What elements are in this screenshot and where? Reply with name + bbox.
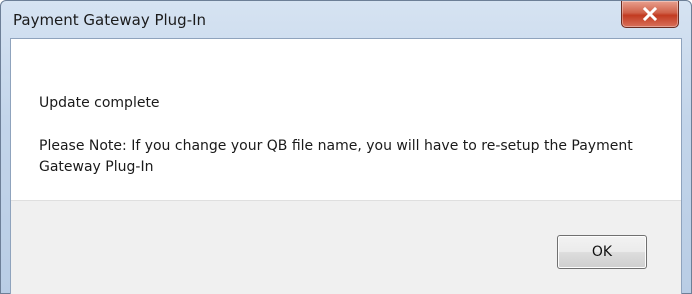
- button-bar: OK: [11, 200, 681, 294]
- ok-button[interactable]: OK: [557, 235, 647, 269]
- dialog-content: Update complete Please Note: If you chan…: [10, 38, 682, 294]
- message-note: Please Note: If you change your QB file …: [39, 138, 633, 175]
- message-heading: Update complete: [39, 95, 160, 111]
- title-bar[interactable]: Payment Gateway Plug-In: [1, 1, 691, 37]
- close-icon: [642, 6, 658, 22]
- close-button[interactable]: [621, 1, 679, 28]
- window-title: Payment Gateway Plug-In: [13, 11, 207, 29]
- dialog-window: Payment Gateway Plug-In Update complete …: [0, 0, 692, 294]
